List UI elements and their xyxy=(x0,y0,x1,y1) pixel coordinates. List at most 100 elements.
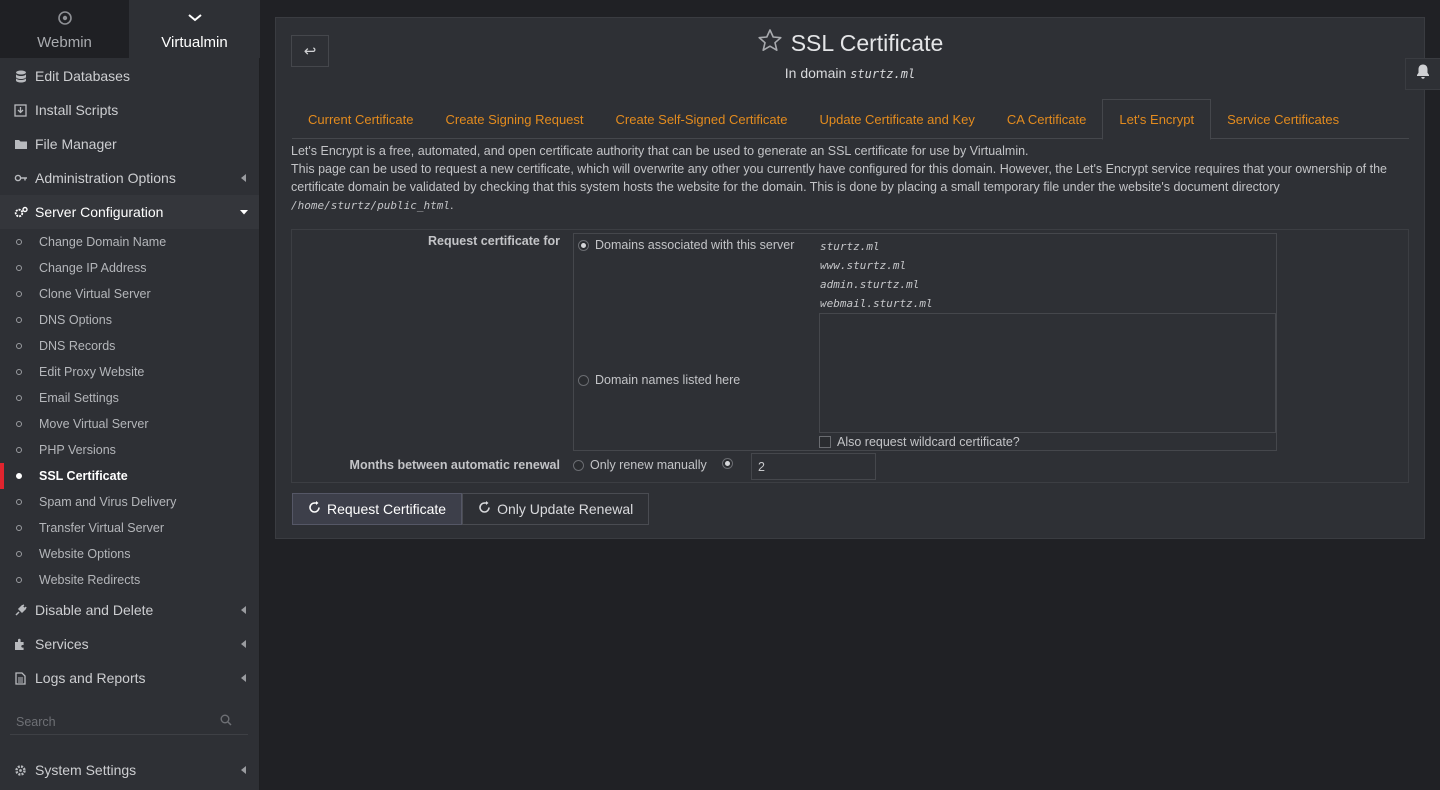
virtualmin-label: Virtualmin xyxy=(161,34,228,51)
domain-names-textarea[interactable] xyxy=(819,313,1276,433)
only-update-renewal-button[interactable]: Only Update Renewal xyxy=(462,493,650,525)
sidebar-item-logs-and-reports[interactable]: Logs and Reports xyxy=(0,661,259,695)
globe-refresh-icon xyxy=(308,501,321,517)
notifications-button[interactable] xyxy=(1405,58,1440,90)
tab-current-certificate[interactable]: Current Certificate xyxy=(292,99,429,139)
page-subtitle: In domain sturtz.ml xyxy=(784,65,916,81)
tab-bar: Current Certificate Create Signing Reque… xyxy=(292,99,1409,140)
option-months-value[interactable] xyxy=(722,458,733,469)
sidebar-item-label: Services xyxy=(35,636,89,652)
months-input[interactable]: 2 xyxy=(751,453,876,480)
sidebar-search xyxy=(10,709,248,735)
gear-icon xyxy=(0,764,35,777)
request-certificate-for-label: Request certificate for xyxy=(428,234,560,248)
search-icon[interactable] xyxy=(220,713,232,731)
sidebar-item-label: System Settings xyxy=(35,762,137,778)
page-header: SSL Certificate In domain sturtz.ml xyxy=(276,28,1424,81)
submenu-item-website-redirects[interactable]: Website Redirects xyxy=(0,567,259,593)
sidebar-item-label: Disable and Delete xyxy=(35,602,154,618)
action-buttons: Request Certificate Only Update Renewal xyxy=(292,493,650,525)
sidebar-item-system-settings[interactable]: System Settings xyxy=(0,753,259,787)
request-certificate-button[interactable]: Request Certificate xyxy=(292,493,463,525)
submenu-item-move-virtual-server[interactable]: Move Virtual Server xyxy=(0,411,259,437)
caret-down-icon xyxy=(229,209,259,215)
sidebar-item-edit-databases[interactable]: Edit Databases xyxy=(0,59,259,93)
sidebar-item-label: Server Configuration xyxy=(35,204,164,220)
webmin-switch-tab[interactable]: Webmin xyxy=(0,0,129,58)
submenu-item-clone-virtual-server[interactable]: Clone Virtual Server xyxy=(0,281,259,307)
download-box-icon xyxy=(0,103,35,117)
submenu-item-php-versions[interactable]: PHP Versions xyxy=(0,437,259,463)
option-only-renew-manually[interactable]: Only renew manually xyxy=(573,458,707,472)
list-item: admin.sturtz.ml xyxy=(820,278,920,291)
caret-left-icon xyxy=(229,640,259,648)
submenu-item-edit-proxy-website[interactable]: Edit Proxy Website xyxy=(0,359,259,385)
webmin-label: Webmin xyxy=(37,34,92,51)
list-item: sturtz.ml xyxy=(820,240,880,253)
radio-domains-associated[interactable] xyxy=(578,239,589,251)
list-item: www.sturtz.ml xyxy=(820,259,907,272)
tab-lets-encrypt[interactable]: Let's Encrypt xyxy=(1102,99,1212,140)
submenu-item-dns-records[interactable]: DNS Records xyxy=(0,333,259,359)
chevron-down-icon xyxy=(129,9,260,27)
option-domains-associated[interactable]: Domains associated with this server xyxy=(578,238,794,252)
webmin-logo-icon xyxy=(0,9,129,27)
main-content: ↩ SSL Certificate In domain sturtz.ml Cu… xyxy=(260,0,1440,790)
tab-create-self-signed-certificate[interactable]: Create Self-Signed Certificate xyxy=(600,99,804,139)
associated-domain-list: sturtz.ml www.sturtz.ml admin.sturtz.ml … xyxy=(820,237,933,313)
gears-icon xyxy=(0,206,35,219)
active-indicator xyxy=(0,463,4,489)
search-input[interactable] xyxy=(10,714,220,729)
domain-name: sturtz.ml xyxy=(850,67,916,81)
sidebar-item-label: File Manager xyxy=(35,136,117,152)
caret-left-icon xyxy=(229,766,259,774)
sidebar-item-file-manager[interactable]: File Manager xyxy=(0,127,259,161)
page-title: SSL Certificate xyxy=(757,28,944,59)
caret-left-icon xyxy=(229,174,259,182)
page-title-text: SSL Certificate xyxy=(790,30,944,56)
submenu-item-change-ip-address[interactable]: Change IP Address xyxy=(0,255,259,281)
radio-months-value[interactable] xyxy=(722,458,733,469)
sidebar-item-server-configuration[interactable]: Server Configuration xyxy=(0,195,259,229)
plug-icon xyxy=(0,603,35,617)
lets-encrypt-form: Request certificate for Domains associat… xyxy=(291,229,1409,483)
tab-service-certificates[interactable]: Service Certificates xyxy=(1211,99,1355,139)
intro-text: Let's Encrypt is a free, automated, and … xyxy=(291,144,1387,212)
domain-options-box: Domains associated with this server stur… xyxy=(573,233,1277,451)
submenu-item-website-options[interactable]: Website Options xyxy=(0,541,259,567)
option-domain-names-listed[interactable]: Domain names listed here xyxy=(578,373,740,387)
tab-create-signing-request[interactable]: Create Signing Request xyxy=(429,99,599,139)
submenu-item-email-settings[interactable]: Email Settings xyxy=(0,385,259,411)
database-icon xyxy=(0,70,35,83)
sidebar-item-services[interactable]: Services xyxy=(0,627,259,661)
tab-ca-certificate[interactable]: CA Certificate xyxy=(991,99,1102,139)
submenu-item-ssl-certificate[interactable]: SSL Certificate xyxy=(0,463,259,489)
wildcard-checkbox[interactable] xyxy=(819,436,831,448)
list-item: webmail.sturtz.ml xyxy=(820,297,933,310)
document-icon xyxy=(0,671,35,685)
submenu-item-dns-options[interactable]: DNS Options xyxy=(0,307,259,333)
bell-icon xyxy=(1415,63,1431,85)
virtualmin-switch-tab[interactable]: Virtualmin xyxy=(129,0,260,58)
content-panel: ↩ SSL Certificate In domain sturtz.ml Cu… xyxy=(275,17,1425,539)
tab-update-certificate-and-key[interactable]: Update Certificate and Key xyxy=(804,99,991,139)
puzzle-icon xyxy=(0,638,35,651)
sidebar-item-label: Install Scripts xyxy=(35,102,119,118)
key-icon xyxy=(0,172,35,184)
star-icon[interactable] xyxy=(757,28,783,59)
submenu-item-change-domain-name[interactable]: Change Domain Name xyxy=(0,229,259,255)
product-switcher: Webmin Virtualmin xyxy=(0,0,260,58)
submenu-item-transfer-virtual-server[interactable]: Transfer Virtual Server xyxy=(0,515,259,541)
radio-only-renew-manually[interactable] xyxy=(573,459,584,471)
sidebar: Webmin Virtualmin Edit Databases Install… xyxy=(0,0,260,790)
sidebar-item-administration-options[interactable]: Administration Options xyxy=(0,161,259,195)
submenu-item-spam-and-virus-delivery[interactable]: Spam and Virus Delivery xyxy=(0,489,259,515)
folder-icon xyxy=(0,138,35,150)
sidebar-item-disable-and-delete[interactable]: Disable and Delete xyxy=(0,593,259,627)
wildcard-option[interactable]: Also request wildcard certificate? xyxy=(819,435,1020,449)
caret-left-icon xyxy=(229,606,259,614)
radio-domain-names-listed[interactable] xyxy=(578,374,589,386)
sidebar-item-install-scripts[interactable]: Install Scripts xyxy=(0,93,259,127)
document-directory-path: /home/sturtz/public_html xyxy=(291,199,450,212)
sidebar-item-label: Edit Databases xyxy=(35,68,130,84)
